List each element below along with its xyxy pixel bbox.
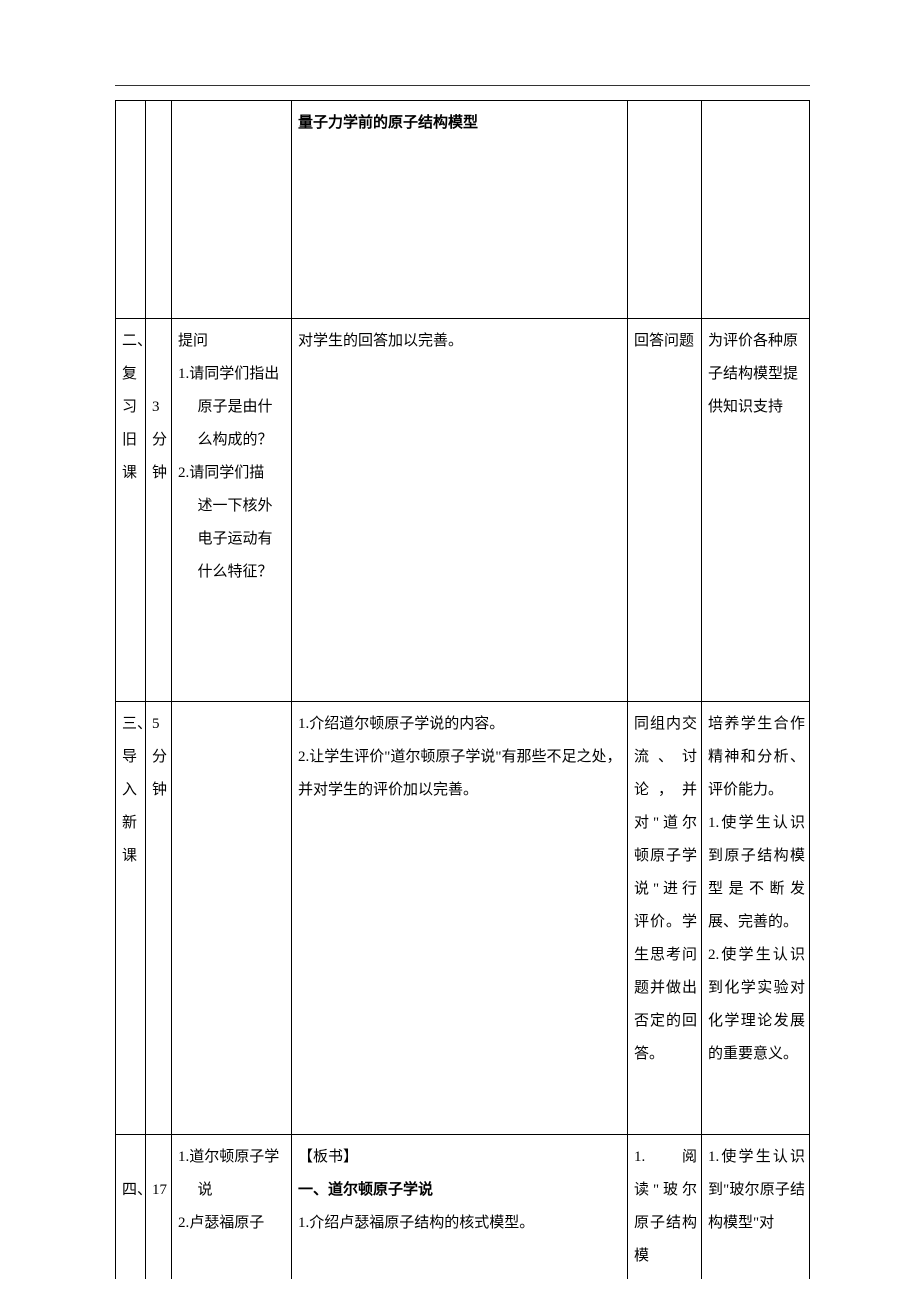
table-row: 三、导入新课 5分钟 1.介绍道尔顿原子学说的内容。 2.让学生评价"道尔顿原子… <box>116 702 810 1135</box>
content-heading: 一、道尔顿原子学说 <box>298 1182 433 1198</box>
time-label: 17 <box>152 1182 167 1198</box>
cell-section: 三、导入新课 <box>116 702 146 1135</box>
lesson-plan-table: 量子力学前的原子结构模型 二、复习旧课 3分钟 提问 1.请同学们指出原子是由什… <box>115 100 810 1279</box>
question-2-line3: 电子运动有 <box>178 523 287 556</box>
col3-p1: 1.道尔顿原子学说 <box>178 1141 287 1207</box>
student-action: 回答问题 <box>634 333 694 349</box>
cell-section: 二、复习旧课 <box>116 319 146 702</box>
student-action: 同组内交流、讨论，并对"道尔顿原子学说"进行评价。学生思考问题并做出否定的回答。 <box>634 716 697 1062</box>
cell-intent: 培养学生合作精神和分析、评价能力。 1.使学生认识到原子结构模型是不断发展、完善… <box>702 702 810 1135</box>
content-p1: 1.介绍卢瑟福原子结构的核式模型。 <box>298 1215 534 1231</box>
question-1: 1.请同学们指出原子是由什么构成的？ <box>178 358 287 457</box>
cell-teacher-col3 <box>172 101 292 319</box>
document-page: 量子力学前的原子结构模型 二、复习旧课 3分钟 提问 1.请同学们指出原子是由什… <box>0 0 920 1302</box>
cell-content: 1.介绍道尔顿原子学说的内容。 2.让学生评价"道尔顿原子学说"有那些不足之处，… <box>292 702 628 1135</box>
question-2-line2: 述一下核外 <box>178 490 287 523</box>
design-intent: 1.使学生认识到"玻尔原子结构模型"对 <box>708 1149 805 1231</box>
cell-content: 【板书】 一、道尔顿原子学说 1.介绍卢瑟福原子结构的核式模型。 <box>292 1135 628 1280</box>
col3-p2: 2.卢瑟福原子 <box>178 1207 287 1240</box>
cell-teacher-col3: 提问 1.请同学们指出原子是由什么构成的？ 2.请同学们描 述一下核外 电子运动… <box>172 319 292 702</box>
cell-intent: 为评价各种原子结构模型提供知识支持 <box>702 319 810 702</box>
time-label: 3分钟 <box>152 399 167 481</box>
content-p2: 2.让学生评价"道尔顿原子学说"有那些不足之处，并对学生的评价加以完善。 <box>298 749 622 798</box>
cell-content: 量子力学前的原子结构模型 <box>292 101 628 319</box>
cell-content: 对学生的回答加以完善。 <box>292 319 628 702</box>
cell-intent <box>702 101 810 319</box>
cell-time: 3分钟 <box>146 319 172 702</box>
cell-student: 同组内交流、讨论，并对"道尔顿原子学说"进行评价。学生思考问题并做出否定的回答。 <box>628 702 702 1135</box>
section-label: 四、 <box>122 1182 152 1198</box>
cell-student: 回答问题 <box>628 319 702 702</box>
cell-student <box>628 101 702 319</box>
intent-p2: 1.使学生认识到原子结构模型是不断发展、完善的。 <box>708 815 805 930</box>
cell-section: 四、 <box>116 1135 146 1280</box>
table-row: 四、 17 1.道尔顿原子学说 2.卢瑟福原子 【板书】 一、道尔顿原子学说 1… <box>116 1135 810 1280</box>
q-label: 提问 <box>178 333 208 349</box>
question-2-line4: 什么特征？ <box>178 556 287 589</box>
cell-time: 5分钟 <box>146 702 172 1135</box>
heading-text: 量子力学前的原子结构模型 <box>298 115 478 131</box>
cell-teacher-col3 <box>172 702 292 1135</box>
question-2-line1: 2.请同学们描 <box>178 457 287 490</box>
table-row: 二、复习旧课 3分钟 提问 1.请同学们指出原子是由什么构成的？ 2.请同学们描… <box>116 319 810 702</box>
top-rule <box>115 85 810 86</box>
cell-intent: 1.使学生认识到"玻尔原子结构模型"对 <box>702 1135 810 1280</box>
cell-teacher-col3: 1.道尔顿原子学说 2.卢瑟福原子 <box>172 1135 292 1280</box>
cell-section <box>116 101 146 319</box>
intent-p3: 2.使学生认识到化学实验对化学理论发展的重要意义。 <box>708 947 805 1062</box>
student-action: 1. 阅 读"玻尔原子结构模 <box>634 1149 697 1264</box>
time-label: 5分钟 <box>152 716 167 798</box>
teacher-action: 对学生的回答加以完善。 <box>298 333 463 349</box>
banshu-label: 【板书】 <box>298 1149 358 1165</box>
design-intent: 为评价各种原子结构模型提供知识支持 <box>708 333 798 415</box>
cell-student: 1. 阅 读"玻尔原子结构模 <box>628 1135 702 1280</box>
cell-time <box>146 101 172 319</box>
intent-p1: 培养学生合作精神和分析、评价能力。 <box>708 716 805 798</box>
table-row: 量子力学前的原子结构模型 <box>116 101 810 319</box>
content-p1: 1.介绍道尔顿原子学说的内容。 <box>298 716 504 732</box>
